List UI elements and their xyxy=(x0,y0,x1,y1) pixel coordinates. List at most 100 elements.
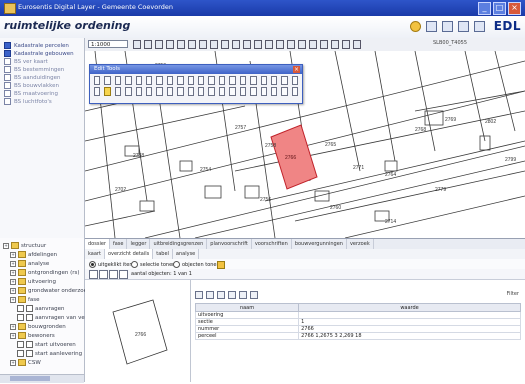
option-radio[interactable] xyxy=(173,261,180,268)
snap-grid-icon[interactable] xyxy=(218,76,226,85)
column-header[interactable]: naam xyxy=(194,303,300,312)
tree-item[interactable]: start aanlevering xyxy=(17,350,82,357)
next-record-button[interactable] xyxy=(109,270,118,279)
select-tool-icon[interactable] xyxy=(94,76,101,85)
tree-item[interactable]: start uitvoeren xyxy=(17,341,76,348)
redo-icon[interactable] xyxy=(135,76,143,85)
cut-icon[interactable] xyxy=(104,87,111,96)
layer-item[interactable]: BS aanduidingen xyxy=(4,74,61,81)
draw-line-icon[interactable] xyxy=(260,76,267,85)
tab-voorschriften[interactable]: voorschriften xyxy=(252,239,292,249)
split-icon[interactable] xyxy=(166,76,174,85)
layer-tool-icon[interactable] xyxy=(270,87,278,96)
expand-icon[interactable]: + xyxy=(10,359,16,366)
attributes-icon[interactable] xyxy=(198,87,205,96)
exit-icon[interactable] xyxy=(474,21,485,32)
minimize-button[interactable]: _ xyxy=(478,2,491,15)
tree-checkbox[interactable] xyxy=(17,314,24,321)
layer-checkbox[interactable] xyxy=(4,74,11,81)
draw-rect-icon[interactable] xyxy=(291,76,299,85)
zoom-to-icon[interactable] xyxy=(195,291,203,299)
delete-vertex-icon[interactable] xyxy=(198,76,205,85)
draw-polygon-icon[interactable] xyxy=(270,76,278,85)
tree-item[interactable]: + structuur xyxy=(3,242,46,249)
print-table-icon[interactable] xyxy=(250,291,258,299)
expand-icon[interactable]: + xyxy=(10,323,16,330)
layer-item[interactable]: BS luchtfoto's xyxy=(4,98,52,105)
tree-item[interactable]: aanvragen van veel xyxy=(17,314,90,321)
tree-item[interactable]: aanvragen xyxy=(17,305,64,312)
trim-icon[interactable] xyxy=(146,87,153,96)
expand-icon[interactable]: + xyxy=(10,278,16,285)
tab-bouwvergunningen[interactable]: bouwvergunningen xyxy=(292,239,347,249)
subtab-overzicht-details[interactable]: overzicht details xyxy=(104,249,154,259)
table-row[interactable]: nummer 2766 xyxy=(194,325,521,333)
maximize-button[interactable]: □ xyxy=(493,2,506,15)
bookmark-icon[interactable] xyxy=(276,40,284,49)
parcel-id-field[interactable]: SLB00_T4055 xyxy=(433,40,467,46)
filter-label[interactable]: Filter xyxy=(507,291,519,297)
layer-checkbox[interactable] xyxy=(4,58,11,65)
copy-feature-icon[interactable] xyxy=(146,76,153,85)
save-edits-icon[interactable] xyxy=(229,76,236,85)
buffer-icon[interactable] xyxy=(232,40,240,49)
column-header[interactable]: waarde xyxy=(298,303,521,312)
export-icon[interactable] xyxy=(239,291,247,299)
export-icon[interactable] xyxy=(320,40,328,49)
expand-icon[interactable]: + xyxy=(10,269,16,276)
zoom-prev-icon[interactable] xyxy=(177,40,185,49)
search-icon[interactable] xyxy=(265,40,273,49)
first-record-button[interactable] xyxy=(89,270,98,279)
tab-dossier[interactable]: dossier xyxy=(85,239,110,249)
tree-checkbox[interactable] xyxy=(17,305,24,312)
tree-item[interactable]: + afdelingen xyxy=(10,251,57,258)
rotate-tool-icon[interactable] xyxy=(114,76,122,85)
undo-icon[interactable] xyxy=(125,76,132,85)
measure-icon[interactable] xyxy=(199,40,207,49)
refresh-icon[interactable] xyxy=(206,291,214,299)
close-tool-icon[interactable] xyxy=(291,87,299,96)
subtab-analyse[interactable]: analyse xyxy=(173,249,200,259)
vertex-icon[interactable] xyxy=(187,76,195,85)
layer-item[interactable]: Kadastrale percelen xyxy=(4,42,69,49)
settings-icon[interactable] xyxy=(458,21,469,32)
mirror-icon[interactable] xyxy=(177,87,184,96)
tree-item[interactable]: + grondwater onderzoek xyxy=(10,287,90,294)
tree-item[interactable]: + fase xyxy=(10,296,40,303)
scale-tool-icon[interactable] xyxy=(187,87,195,96)
measure-tool-icon[interactable] xyxy=(218,87,226,96)
info-icon[interactable] xyxy=(210,40,218,49)
expand-icon[interactable]: + xyxy=(10,251,16,258)
layer-item[interactable]: BS bouwvlakken xyxy=(4,82,59,89)
edit-tools-close-button[interactable]: × xyxy=(293,66,300,73)
layer-item[interactable]: BS ver kaart xyxy=(4,58,48,65)
text-tool-icon[interactable] xyxy=(94,87,101,96)
layer-checkbox[interactable] xyxy=(4,98,11,105)
move-tool-icon[interactable] xyxy=(104,76,111,85)
help-map-icon[interactable] xyxy=(331,40,339,49)
layers-icon[interactable] xyxy=(254,40,262,49)
table-row[interactable]: sectie 1 xyxy=(194,318,521,326)
fillet-icon[interactable] xyxy=(166,87,174,96)
angle-icon[interactable] xyxy=(239,87,247,96)
option-radio[interactable] xyxy=(131,261,138,268)
subtab-kaart[interactable]: kaart xyxy=(85,249,105,259)
zoom-in-icon[interactable] xyxy=(133,40,141,49)
tab-planvoorschrift[interactable]: planvoorschrift xyxy=(207,239,252,249)
option-radio[interactable] xyxy=(89,261,96,268)
highlight-icon[interactable] xyxy=(217,261,225,269)
subtab-tabel[interactable]: tabel xyxy=(153,249,173,259)
zoom-next-icon[interactable] xyxy=(188,40,196,49)
tree-item[interactable]: + ontgrondingen (rs) xyxy=(10,269,80,276)
offset-icon[interactable] xyxy=(135,87,143,96)
tree-checkbox[interactable] xyxy=(17,341,24,348)
display-option[interactable]: selectie tonen xyxy=(131,261,175,268)
discard-edits-icon[interactable] xyxy=(239,76,247,85)
expand-icon[interactable]: + xyxy=(10,296,16,303)
layer-checkbox[interactable] xyxy=(4,42,11,49)
coordinate-icon[interactable] xyxy=(250,87,257,96)
zoom-out-icon[interactable] xyxy=(144,40,152,49)
scroll-thumb[interactable] xyxy=(10,376,50,381)
expand-icon[interactable]: + xyxy=(10,287,16,294)
area-icon[interactable] xyxy=(229,87,236,96)
